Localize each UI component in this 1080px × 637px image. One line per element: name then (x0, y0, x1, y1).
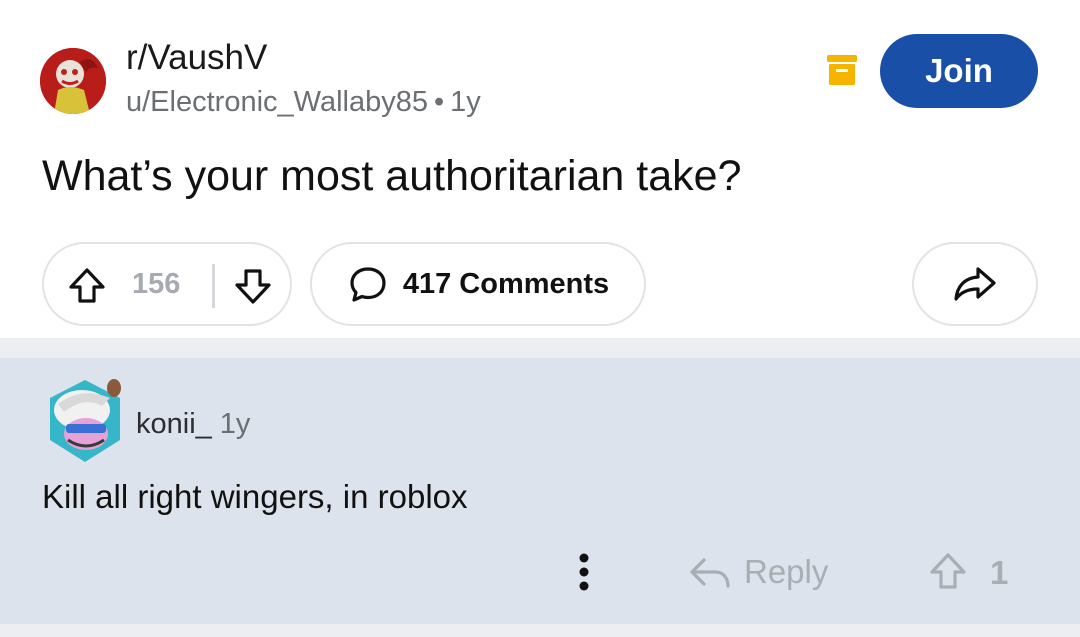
reply-button[interactable]: Reply (688, 550, 828, 594)
reply-label: Reply (744, 553, 829, 590)
comment-age: 1y (219, 408, 251, 440)
vertical-dots-icon[interactable] (570, 550, 598, 594)
downvote-icon[interactable] (232, 265, 274, 307)
commenter-avatar[interactable] (40, 376, 130, 466)
share-arrow-icon (954, 267, 996, 301)
join-button[interactable]: Join (880, 34, 1038, 108)
vote-control: 156 (42, 242, 292, 326)
post-age: 1y (450, 86, 481, 118)
upvote-count: 156 (132, 268, 181, 300)
subreddit-avatar[interactable] (40, 48, 106, 114)
comment-username[interactable]: konii_ (136, 408, 212, 440)
reply-arrow-icon (690, 558, 730, 588)
subreddit-avatar-image (40, 48, 106, 114)
vote-divider (212, 264, 215, 308)
comment-upvote-icon[interactable] (926, 550, 970, 594)
archive-icon (827, 55, 857, 85)
subreddit-name[interactable]: r/VaushV (126, 38, 267, 78)
comment-body: Kill all right wingers, in roblox (42, 478, 468, 515)
post-title[interactable]: What’s your most authoritarian take? (42, 152, 742, 201)
post-card: r/VaushV u/Electronic_Wallaby85 • 1y Join … (0, 0, 1080, 338)
bottom-divider (0, 624, 1080, 637)
upvote-icon[interactable] (66, 265, 108, 307)
speech-bubble-icon (350, 267, 386, 302)
comment-card: konii_ 1y Kill all right wingers, in robl… (0, 358, 1080, 624)
post-meta: u/Electronic_Wallaby85 • 1y (126, 86, 481, 119)
section-divider (0, 338, 1080, 358)
comments-button[interactable]: 417 Comments (310, 242, 646, 326)
meta-separator: • (433, 86, 445, 118)
comment-score: 1 (990, 554, 1009, 591)
comments-count-label: 417 Comments (402, 267, 610, 300)
comment-meta: konii_ 1y (136, 408, 250, 441)
post-author[interactable]: u/Electronic_Wallaby85 (126, 86, 428, 118)
share-button[interactable] (912, 242, 1038, 326)
